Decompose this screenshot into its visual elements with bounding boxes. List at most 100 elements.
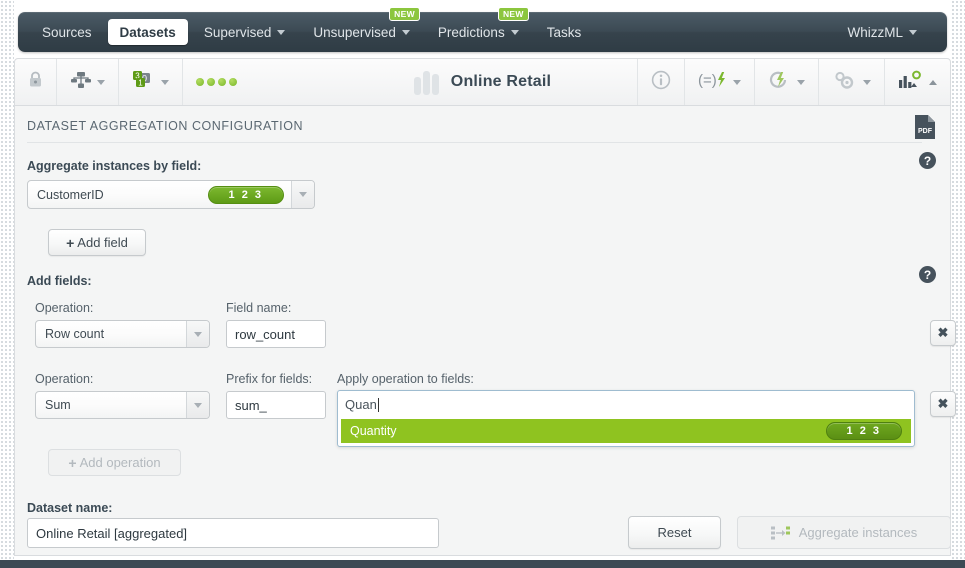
apply-to-fields-input[interactable]: Quan [341, 394, 911, 415]
operation-label-row-2: Operation: [35, 372, 94, 386]
resource-toolbar: Online Retail 3 1 (=) [14, 58, 951, 106]
chevron-down-icon[interactable] [291, 181, 314, 208]
aggregate-instances-label: Aggregate instances [798, 525, 918, 540]
operation-label-row-1: Operation: [35, 301, 94, 315]
chevron-down-icon [161, 79, 169, 85]
nav-right: WhizzML [833, 12, 931, 52]
one-click-model-button[interactable] [754, 59, 818, 105]
remove-operation-button-row-2[interactable]: ✖ [930, 391, 956, 417]
reset-button[interactable]: Reset [628, 516, 721, 549]
operation-value-row-2: Sum [45, 398, 71, 412]
page-footer-bar [0, 560, 965, 568]
chart-configure-button[interactable] [884, 59, 950, 105]
add-field-label: Add field [77, 235, 128, 250]
status-dot [218, 78, 226, 86]
apply-to-fields-autocomplete: Quan Quantity 1 2 3 [337, 390, 915, 447]
field-types-button[interactable]: 0 3 1 [119, 59, 183, 105]
gears-icon [832, 70, 858, 95]
apply-to-fields-label: Apply operation to fields: [337, 372, 474, 386]
script-button[interactable]: (=) [684, 59, 754, 105]
autocomplete-suggestion-quantity[interactable]: Quantity 1 2 3 [341, 419, 911, 443]
dataset-name-input[interactable]: Online Retail [aggregated] [27, 518, 439, 548]
chevron-down-icon [733, 79, 741, 85]
remove-operation-button-row-1[interactable]: ✖ [930, 320, 956, 346]
field-name-value-row-1: row_count [235, 326, 295, 342]
lock-icon [28, 71, 43, 93]
nav-items: Sources Datasets Supervised NEW Unsuperv… [28, 7, 595, 52]
toolbar-right-group: (=) [637, 59, 950, 105]
chevron-down-icon [797, 79, 805, 85]
nav-label-unsupervised: Unsupervised [313, 24, 396, 40]
dataset-icon [413, 69, 439, 95]
nav-item-tasks[interactable]: Tasks [535, 19, 594, 45]
field-type-badge-numeric: 1 2 3 [207, 185, 284, 204]
page-left-rail [0, 0, 14, 568]
nav-item-whizzml[interactable]: WhizzML [835, 19, 929, 45]
one-click-model-icon [768, 70, 792, 95]
aggregate-instances-button[interactable]: Aggregate instances [737, 516, 951, 549]
close-icon: ✖ [937, 325, 949, 340]
chevron-down-icon [510, 29, 519, 35]
new-badge: NEW [389, 7, 420, 21]
aggregate-by-label: Aggregate instances by field: [27, 159, 202, 173]
prefix-value-row-2: sum_ [235, 397, 267, 413]
share-dataset-button[interactable] [57, 59, 119, 105]
dataset-name-value: Online Retail [aggregated] [36, 525, 188, 541]
nav-label-predictions: Predictions [437, 24, 505, 40]
close-icon: ✖ [937, 396, 949, 411]
new-badge: NEW [497, 7, 529, 21]
aggregate-by-field-select[interactable]: CustomerID 1 2 3 [27, 180, 315, 209]
privacy-lock-button[interactable] [15, 59, 57, 105]
operation-value-row-1: Row count [45, 327, 105, 341]
chevron-up-icon [929, 79, 937, 85]
suggestion-label: Quantity [350, 424, 397, 438]
gears-button[interactable] [818, 59, 884, 105]
resource-title: Online Retail [450, 73, 552, 90]
aggregate-by-field-value: CustomerID [37, 187, 104, 202]
dataset-name-label: Dataset name: [27, 501, 113, 515]
nav-label-sources: Sources [42, 24, 92, 40]
prefix-input-row-2[interactable]: sum_ [226, 391, 326, 419]
nav-item-sources[interactable]: Sources [30, 19, 104, 45]
script-icon: (=) [698, 70, 728, 95]
aggregation-configuration-panel: DATASET AGGREGATION CONFIGURATION PDF ? … [14, 106, 956, 556]
help-button-add-fields[interactable]: ? [919, 266, 936, 283]
nav-label-datasets: Datasets [119, 24, 176, 40]
nav-item-predictions[interactable]: NEW Predictions [426, 7, 531, 45]
info-icon [651, 70, 671, 95]
top-navigation: Sources Datasets Supervised NEW Unsuperv… [14, 6, 951, 52]
nav-item-unsupervised[interactable]: NEW Unsupervised [301, 7, 422, 45]
help-icon-label: ? [923, 267, 932, 282]
field-name-input-row-1[interactable]: row_count [226, 320, 326, 348]
chevron-down-icon[interactable] [186, 392, 209, 418]
plus-icon: + [66, 234, 75, 251]
chevron-down-icon[interactable] [186, 321, 209, 347]
apply-to-fields-value: Quan [345, 397, 377, 412]
field-types-icon: 0 3 1 [132, 70, 156, 95]
chevron-down-icon [97, 79, 105, 85]
chevron-down-icon [909, 29, 917, 35]
status-dots [183, 59, 250, 105]
add-field-button[interactable]: + Add field [48, 229, 146, 256]
info-button[interactable] [637, 59, 684, 105]
section-divider [27, 142, 922, 143]
page-right-rail [951, 0, 965, 568]
help-button-aggregate-by[interactable]: ? [919, 152, 936, 169]
status-dot [229, 78, 237, 86]
nav-item-datasets[interactable]: Datasets [107, 19, 188, 45]
nav-label-supervised: Supervised [203, 24, 272, 40]
svg-text:PDF: PDF [918, 128, 933, 135]
aggregate-icon [770, 526, 791, 540]
svg-text:1: 1 [138, 78, 143, 87]
nav-label-whizzml: WhizzML [847, 24, 903, 40]
network-share-icon [70, 71, 92, 94]
export-pdf-button[interactable]: PDF [914, 114, 936, 145]
operation-select-row-2[interactable]: Sum [35, 391, 210, 419]
status-dot [196, 78, 204, 86]
field-type-badge-numeric: 1 2 3 [825, 422, 902, 440]
nav-item-supervised[interactable]: Supervised [192, 19, 298, 45]
add-operation-button[interactable]: + Add operation [48, 449, 181, 476]
operation-select-row-1[interactable]: Row count [35, 320, 210, 348]
panel-section-title: DATASET AGGREGATION CONFIGURATION [27, 119, 304, 133]
chart-configure-icon [898, 70, 924, 95]
